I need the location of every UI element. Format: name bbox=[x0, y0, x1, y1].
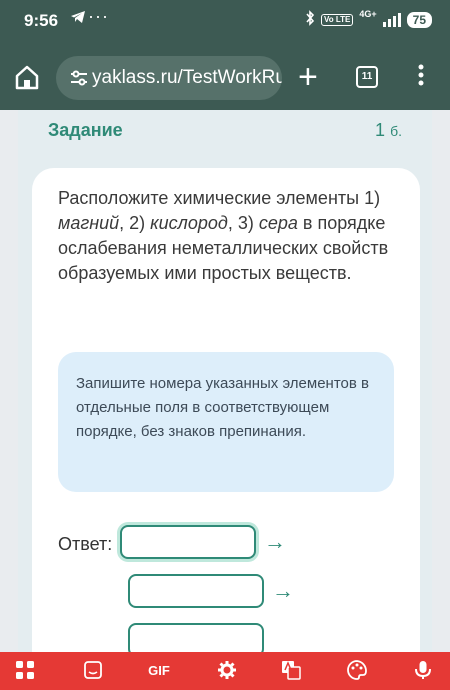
site-settings-icon[interactable] bbox=[68, 67, 90, 89]
answer-field-1[interactable] bbox=[120, 525, 256, 559]
home-icon bbox=[15, 65, 39, 90]
sticker-icon[interactable] bbox=[82, 660, 104, 682]
question-panel: Расположите химические элементы 1) магни… bbox=[32, 168, 420, 652]
question-sep2: , 3) bbox=[227, 213, 259, 233]
settings-gear-icon[interactable] bbox=[216, 660, 238, 682]
question-part1: Расположите химические элементы 1) bbox=[58, 188, 381, 208]
microphone-icon[interactable] bbox=[412, 660, 434, 682]
apps-grid-icon[interactable] bbox=[14, 660, 36, 682]
browser-menu-button[interactable] bbox=[416, 64, 426, 86]
gif-button[interactable]: GIF bbox=[144, 660, 174, 682]
telegram-icon bbox=[70, 10, 86, 29]
task-score: 1 б. bbox=[375, 120, 402, 141]
battery-indicator: 75 bbox=[406, 11, 432, 28]
answer-field-3[interactable] bbox=[128, 623, 264, 652]
status-icons: Vo LTE 4G+ 75 bbox=[305, 8, 432, 29]
status-bar: 9:56 ··· Vo LTE 4G+ 75 bbox=[0, 0, 450, 40]
page-content: Задание 1 б. Расположите химические элем… bbox=[0, 110, 450, 652]
element-3: сера bbox=[258, 213, 298, 233]
answer-label: Ответ: bbox=[58, 534, 113, 554]
translate-icon[interactable] bbox=[280, 660, 302, 682]
palette-icon[interactable] bbox=[346, 660, 368, 682]
question-text: Расположите химические элементы 1) магни… bbox=[58, 186, 403, 286]
more-notifications-icon: ··· bbox=[88, 6, 109, 26]
home-button[interactable] bbox=[12, 62, 44, 94]
question-sep1: , 2) bbox=[119, 213, 151, 233]
signal-icon bbox=[382, 12, 401, 27]
new-tab-button[interactable]: + bbox=[298, 60, 318, 94]
browser-chrome: 9:56 ··· Vo LTE 4G+ 75 yaklass.ru/TestWo… bbox=[0, 0, 450, 110]
address-bar[interactable]: yaklass.ru/TestWorkRun bbox=[56, 56, 282, 100]
score-value: 1 bbox=[375, 120, 386, 140]
keyboard-toolbar: GIF bbox=[0, 652, 450, 690]
url-text: yaklass.ru/TestWorkRun bbox=[92, 67, 282, 88]
element-2: кислород bbox=[150, 213, 228, 233]
answer-field-2[interactable] bbox=[128, 574, 264, 608]
score-unit: б. bbox=[390, 123, 402, 139]
task-title: Задание bbox=[48, 120, 123, 140]
browser-toolbar: yaklass.ru/TestWorkRun + 11 bbox=[0, 48, 450, 110]
element-1: магний bbox=[58, 213, 120, 233]
network-type: 4G+ bbox=[359, 8, 377, 19]
instruction-hint: Запишите номера указанных элементов в от… bbox=[58, 352, 394, 492]
arrow-icon: → bbox=[264, 529, 286, 554]
arrow-icon: → bbox=[272, 578, 294, 603]
bluetooth-icon bbox=[305, 10, 315, 29]
status-time: 9:56 bbox=[24, 11, 59, 30]
tab-switcher-button[interactable]: 11 bbox=[356, 66, 378, 88]
volte-badge: Vo LTE bbox=[321, 13, 354, 26]
